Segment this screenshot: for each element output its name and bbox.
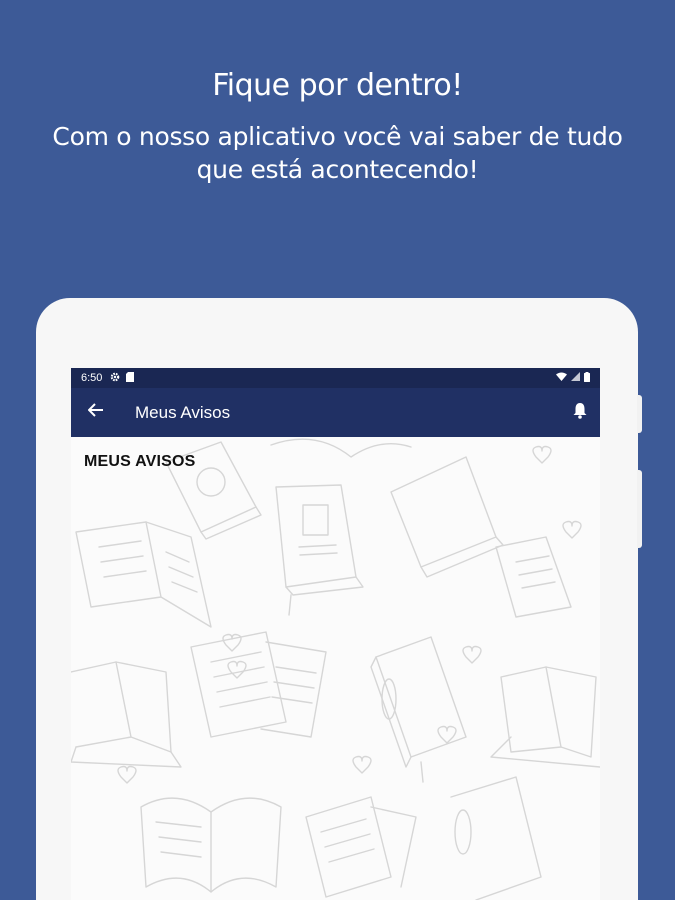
promo-subtitle: Com o nosso aplicativo você vai saber de… — [52, 122, 623, 184]
status-bar: 6:50 — [71, 368, 600, 388]
promo-title: Fique por dentro! — [212, 68, 463, 103]
back-button[interactable] — [71, 388, 121, 437]
signal-icon — [571, 372, 580, 384]
status-time: 6:50 — [81, 372, 103, 384]
battery-icon — [584, 371, 590, 385]
settings-icon — [110, 372, 120, 385]
books-background-pattern — [71, 438, 600, 900]
wifi-icon — [556, 372, 567, 384]
tablet-side-button — [637, 470, 642, 548]
sd-card-icon — [126, 371, 135, 385]
arrow-back-icon — [87, 403, 104, 422]
tablet-side-button — [637, 395, 642, 433]
app-screen: 6:50 Meus Avisos MEUS AVISOS — [71, 368, 600, 900]
app-bar: Meus Avisos — [71, 388, 600, 437]
app-bar-title: Meus Avisos — [135, 402, 231, 422]
section-heading: MEUS AVISOS — [84, 453, 196, 470]
notifications-button[interactable] — [560, 388, 600, 437]
bell-icon — [573, 402, 587, 424]
